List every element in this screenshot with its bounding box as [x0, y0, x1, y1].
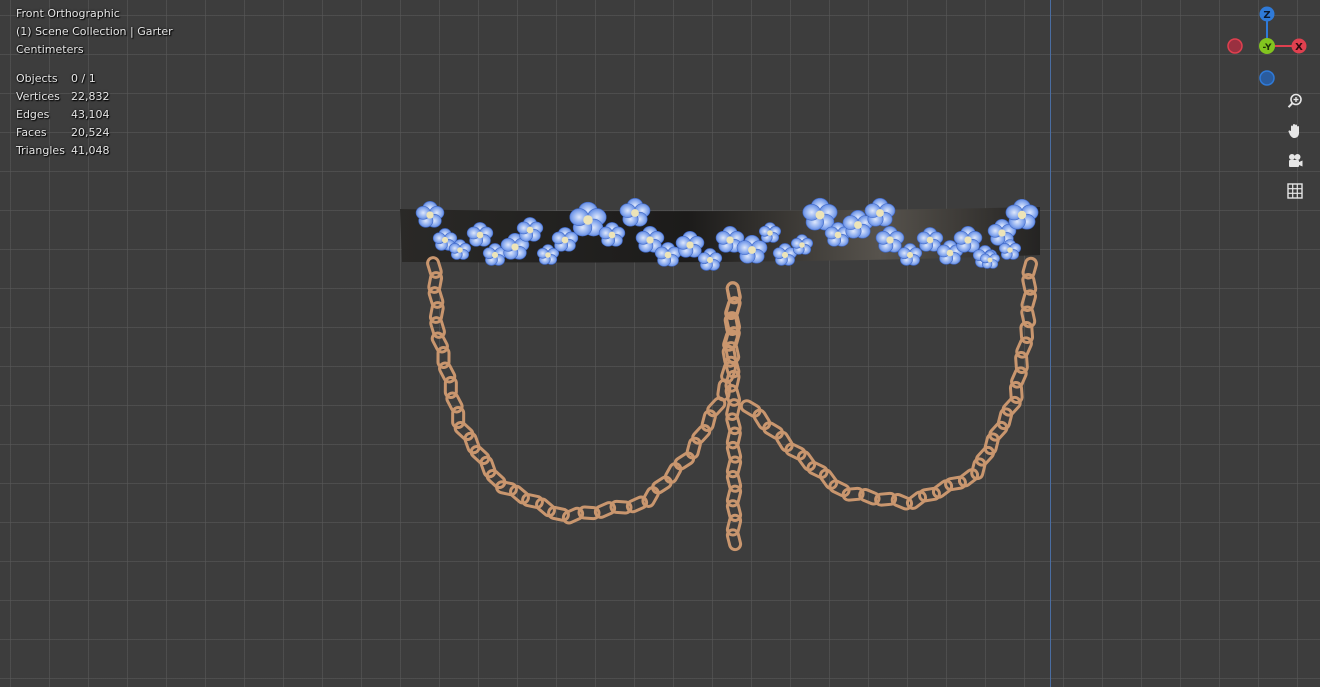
flower-center	[511, 243, 519, 251]
flower-center	[799, 242, 805, 248]
gizmo-x-label: X	[1295, 42, 1303, 53]
chain-link	[521, 493, 544, 509]
chain-link	[673, 451, 696, 471]
viewport-info-overlay: Front Orthographic (1) Scene Collection …	[16, 5, 173, 160]
chain-link	[663, 462, 683, 484]
grid-perspective-icon	[1287, 183, 1303, 199]
left-chain	[426, 256, 727, 525]
flower-center	[767, 230, 773, 236]
chain-link	[762, 421, 785, 440]
flower-center	[476, 231, 484, 239]
flower-center	[1007, 247, 1013, 253]
chain-link	[918, 486, 941, 503]
gizmo-neg-x-handle[interactable]	[1227, 38, 1243, 54]
flower-center	[491, 251, 499, 259]
stats-label: Objects	[16, 72, 58, 85]
chain-group	[426, 256, 1038, 552]
flower-center	[906, 251, 914, 259]
flower-center	[854, 221, 862, 229]
camera-icon	[1289, 154, 1303, 167]
stats-label: Faces	[16, 126, 47, 139]
flower-center	[834, 231, 842, 239]
gizmo-neg-y-label: -Y	[1263, 43, 1272, 53]
flower-center	[686, 241, 694, 249]
chain-link	[944, 475, 967, 492]
stats-value: 20,524	[71, 126, 110, 139]
chain-link	[775, 430, 794, 453]
stats-table: Objects 0 / 1 Vertices 22,832 Edges 43,1…	[16, 70, 173, 160]
view-name: Front Orthographic	[16, 7, 120, 20]
flower-center	[526, 226, 534, 234]
flower-center	[664, 251, 672, 259]
stats-row-edges: Edges 43,104	[16, 106, 173, 124]
flower-center	[583, 215, 593, 225]
stats-row-triangles: Triangles 41,048	[16, 142, 173, 160]
flower-center	[876, 209, 884, 217]
flower-center	[426, 211, 434, 219]
stats-value: 0 / 1	[71, 72, 96, 85]
chain-link	[752, 408, 772, 431]
camera-view-button[interactable]	[1283, 149, 1307, 173]
right-chain	[739, 256, 1038, 511]
collection-name: (1) Scene Collection | Garter	[16, 25, 173, 38]
flower-center	[457, 247, 463, 253]
stats-value: 43,104	[71, 108, 110, 121]
units-label: Centimeters	[16, 43, 84, 56]
zoom-button[interactable]	[1283, 89, 1307, 113]
gizmo-z-label: Z	[1263, 10, 1270, 21]
flower-center	[561, 236, 569, 244]
gizmo-neg-z-handle[interactable]	[1259, 70, 1275, 86]
stats-label: Triangles	[16, 144, 65, 157]
flower-center	[1017, 210, 1027, 220]
flower-center	[631, 209, 639, 217]
chain-link	[996, 407, 1014, 431]
toggle-perspective-button[interactable]	[1283, 179, 1307, 203]
flower	[619, 197, 651, 227]
zoom-icon	[1287, 93, 1302, 108]
chain-link	[739, 399, 762, 418]
stats-row-objects: Objects 0 / 1	[16, 70, 173, 88]
stats-label: Vertices	[16, 90, 60, 103]
chain-link	[983, 432, 1000, 456]
flower-center	[946, 249, 954, 257]
hand-pan-icon	[1288, 124, 1299, 138]
flower-center	[886, 236, 894, 244]
chain-link	[641, 486, 660, 508]
stats-row-faces: Faces 20,524	[16, 124, 173, 142]
flower-center	[998, 229, 1006, 237]
stats-row-vertices: Vertices 22,832	[16, 88, 173, 106]
flower	[864, 197, 896, 227]
flower-center	[748, 246, 756, 254]
flower-center	[726, 236, 734, 244]
flower-center	[608, 231, 616, 239]
flower-center	[646, 236, 654, 244]
stats-value: 22,832	[71, 90, 110, 103]
viewport-nav-buttons	[1283, 89, 1307, 209]
stats-value: 41,048	[71, 144, 110, 157]
flower-center	[987, 257, 993, 263]
flower-center	[545, 252, 551, 258]
garter-model[interactable]	[390, 185, 1060, 560]
pan-button[interactable]	[1283, 119, 1307, 143]
flower	[1005, 198, 1039, 230]
flower-center	[964, 236, 972, 244]
stats-label: Edges	[16, 108, 50, 121]
flower-center	[926, 236, 934, 244]
flower-center	[706, 256, 714, 264]
navigation-gizmo[interactable]: Z X -Y	[1224, 4, 1310, 88]
flower-center	[441, 236, 449, 244]
flower	[415, 201, 445, 228]
chain-link	[651, 475, 673, 495]
flower-center	[815, 210, 825, 220]
flower-center	[781, 251, 789, 259]
